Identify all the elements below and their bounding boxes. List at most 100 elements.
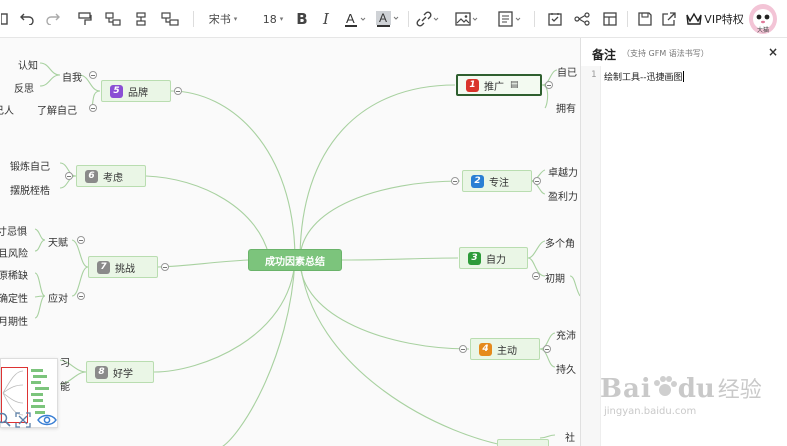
notes-title: 备注 bbox=[592, 48, 617, 62]
leaf-node[interactable]: 能 bbox=[60, 378, 70, 393]
leaf-node[interactable]: 己人 bbox=[0, 102, 14, 117]
collapse-toggle-icon[interactable] bbox=[532, 272, 540, 280]
priority-badge-5: 5 bbox=[110, 84, 123, 98]
fit-screen-icon[interactable] bbox=[15, 412, 31, 428]
save-icon[interactable] bbox=[636, 9, 654, 29]
branch-node-8[interactable]: 8 好学 bbox=[86, 361, 154, 383]
zoom-search-icon[interactable] bbox=[0, 412, 12, 428]
toolbar-separator bbox=[193, 11, 194, 27]
branch-node-7[interactable]: 7 挑战 bbox=[88, 256, 158, 278]
add-sibling-node-icon[interactable] bbox=[132, 9, 150, 29]
leaf-node[interactable]: 摆脱桎梏 bbox=[10, 182, 50, 197]
collapse-toggle-icon[interactable] bbox=[89, 104, 97, 112]
font-family-value: 宋书 bbox=[208, 13, 231, 26]
watermark-logo: Bai bbox=[600, 374, 652, 404]
connector-lines bbox=[34, 62, 580, 446]
branch-label: 考虑 bbox=[103, 172, 123, 184]
leaf-node[interactable]: 应对 bbox=[48, 290, 68, 305]
add-child-node-icon[interactable] bbox=[104, 9, 122, 29]
leaf-node[interactable]: 锻炼自己 bbox=[10, 158, 50, 173]
toolbar-separator bbox=[534, 11, 535, 27]
leaf-node[interactable]: 初期 bbox=[545, 270, 565, 285]
leaf-node[interactable]: 习 bbox=[60, 354, 70, 369]
structure-icon[interactable] bbox=[573, 9, 591, 29]
font-size-select[interactable]: 18 ▾ bbox=[259, 9, 287, 29]
italic-icon[interactable]: I bbox=[318, 9, 334, 29]
chevron-down-icon: ▾ bbox=[233, 15, 238, 23]
collapse-toggle-icon[interactable] bbox=[77, 292, 85, 300]
leaf-node[interactable]: 持久 bbox=[556, 361, 576, 376]
leaf-node[interactable]: 月期性 bbox=[0, 313, 28, 328]
leaf-node[interactable]: 自已 bbox=[557, 64, 577, 79]
collapse-toggle-icon[interactable] bbox=[174, 87, 182, 95]
avatar[interactable]: 大猫 bbox=[749, 4, 777, 34]
leaf-node[interactable]: 社 bbox=[565, 429, 575, 444]
crown-icon bbox=[686, 12, 702, 25]
collapse-toggle-icon[interactable] bbox=[161, 263, 169, 271]
task-icon[interactable] bbox=[547, 9, 563, 29]
leaf-node[interactable]: 卓越力 bbox=[548, 164, 578, 179]
bold-icon[interactable]: B bbox=[294, 9, 310, 29]
vip-button[interactable]: VIP特权 bbox=[683, 9, 747, 29]
leaf-node[interactable]: 自我 bbox=[62, 69, 82, 84]
leaf-node[interactable]: 确定性 bbox=[0, 290, 28, 305]
notes-content-line[interactable]: 绘制工具--迅捷画图 bbox=[604, 70, 684, 83]
priority-badge-7: 7 bbox=[97, 260, 110, 274]
branch-label: 自力 bbox=[486, 254, 506, 266]
leaf-node[interactable]: 天赋 bbox=[48, 234, 68, 249]
leaf-node[interactable]: 多个角 bbox=[545, 235, 575, 250]
root-node-label: 成功因素总结 bbox=[265, 256, 325, 268]
collapse-toggle-icon[interactable] bbox=[451, 177, 459, 185]
priority-badge-6: 6 bbox=[85, 169, 98, 183]
branch-label: 挑战 bbox=[115, 263, 135, 275]
leaf-node[interactable]: 了解自己 bbox=[37, 102, 77, 117]
leaf-node[interactable]: 盈利力 bbox=[548, 188, 578, 203]
leaf-node[interactable]: 原稀缺 bbox=[0, 267, 28, 282]
branch-node-1[interactable]: 1 推广 ▤ bbox=[456, 74, 542, 96]
font-family-select[interactable]: 宋书 ▾ bbox=[204, 9, 242, 29]
highlight-color-icon[interactable]: A bbox=[374, 9, 402, 29]
redo-icon[interactable] bbox=[44, 9, 62, 29]
collapse-toggle-icon[interactable] bbox=[89, 71, 97, 79]
leaf-node[interactable]: 充沛 bbox=[556, 327, 576, 342]
branch-label: 品牌 bbox=[128, 87, 148, 99]
leaf-node[interactable]: 寸忌惧 bbox=[0, 223, 27, 238]
leaf-node[interactable]: 且风险 bbox=[0, 245, 28, 260]
preview-eye-icon[interactable] bbox=[37, 412, 57, 428]
line-gutter: 1 bbox=[581, 66, 601, 446]
priority-badge-2: 2 bbox=[471, 174, 484, 188]
branch-node-2[interactable]: 2 专注 bbox=[462, 170, 532, 192]
layout-icon[interactable] bbox=[601, 9, 619, 29]
mindmap-canvas[interactable]: 成功因素总结 1 推广 ▤ 2 专注 3 自力 4 主动 5 品牌 6 考虑 7… bbox=[0, 38, 580, 446]
note-marker-icon[interactable]: ▤ bbox=[510, 80, 519, 90]
export-icon[interactable] bbox=[660, 9, 678, 29]
leaf-node[interactable]: 认知 bbox=[18, 57, 38, 72]
collapse-toggle-icon[interactable] bbox=[459, 345, 467, 353]
undo-icon[interactable] bbox=[18, 9, 36, 29]
note-icon[interactable] bbox=[497, 9, 523, 29]
add-parent-node-icon[interactable] bbox=[160, 9, 180, 29]
leaf-node[interactable]: 拥有 bbox=[556, 100, 576, 115]
branch-node-5[interactable]: 5 品牌 bbox=[101, 80, 171, 102]
branch-node-4[interactable]: 4 主动 bbox=[470, 338, 540, 360]
root-node[interactable]: 成功因素总结 bbox=[248, 249, 342, 271]
leaf-node[interactable]: 反思 bbox=[14, 80, 34, 95]
font-color-icon[interactable]: A bbox=[342, 9, 368, 29]
collapse-toggle-icon[interactable] bbox=[533, 177, 541, 185]
collapse-toggle-icon[interactable] bbox=[65, 172, 73, 180]
notes-content: 绘制工具--迅捷画图 bbox=[604, 73, 683, 83]
collapse-toggle-icon[interactable] bbox=[77, 236, 85, 244]
font-size-value: 18 bbox=[262, 12, 277, 26]
notes-header: 备注 （支持 GFM 语法书写） × bbox=[581, 38, 787, 66]
format-painter-icon[interactable] bbox=[76, 9, 94, 29]
menu-edge-icon[interactable] bbox=[0, 9, 10, 29]
image-icon[interactable] bbox=[454, 9, 480, 29]
collapse-toggle-icon[interactable] bbox=[543, 345, 551, 353]
link-icon[interactable] bbox=[415, 9, 441, 29]
close-icon[interactable]: × bbox=[768, 45, 778, 59]
text-cursor bbox=[682, 71, 684, 82]
branch-node-partial[interactable] bbox=[497, 439, 549, 446]
collapse-toggle-icon[interactable] bbox=[545, 81, 553, 89]
branch-node-6[interactable]: 6 考虑 bbox=[76, 165, 146, 187]
branch-node-3[interactable]: 3 自力 bbox=[459, 247, 528, 269]
